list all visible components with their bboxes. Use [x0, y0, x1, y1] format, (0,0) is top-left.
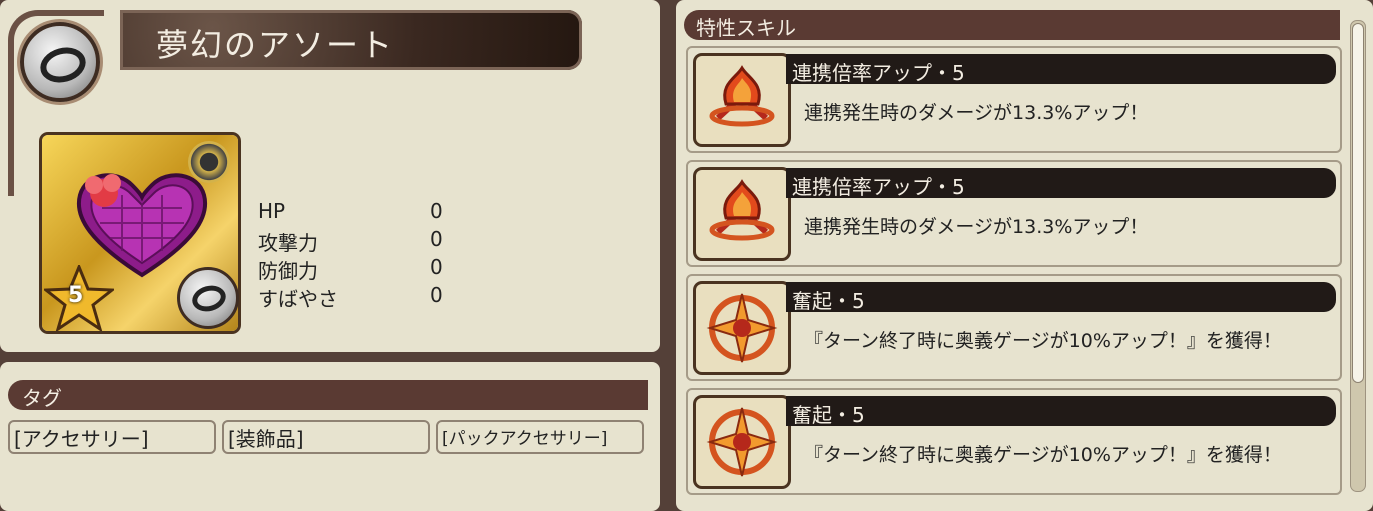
stat-value: 0 — [430, 199, 443, 223]
tags-header: タグ — [8, 380, 648, 410]
skill-description: 連携発生時のダメージが13.3%アップ！ — [804, 216, 1149, 238]
skills-header: 特性スキル — [684, 10, 1340, 40]
skill-name: 奮起・5 — [792, 289, 865, 313]
stat-value: 0 — [430, 255, 443, 279]
skill-name: 連携倍率アップ・5 — [792, 175, 965, 199]
tags-header-label: タグ — [22, 386, 62, 410]
skill-card[interactable]: 連携倍率アップ・5 連携発生時のダメージが13.3%アップ！ — [686, 160, 1342, 267]
stat-row: HP 0 — [258, 199, 458, 227]
tag-button[interactable]: [装飾品] — [222, 420, 430, 454]
stat-label: 防御力 — [258, 259, 318, 283]
stat-label: すばやさ — [258, 287, 338, 311]
rarity-number: 5 — [68, 283, 84, 308]
item-detail-panel: 夢幻のアソート 5 HP 0 攻撃力 0 防御力 0 すばやさ 0 — [0, 0, 660, 352]
skill-name-bar: 連携倍率アップ・5 — [786, 54, 1336, 85]
skill-name-bar: 連携倍率アップ・5 — [786, 168, 1336, 199]
element-swirl-icon — [188, 141, 230, 183]
burst-gauge-icon — [696, 398, 788, 486]
stat-row: 防御力 0 — [258, 255, 458, 283]
tags-panel: タグ [アクセサリー] [装飾品] [パックアクセサリー] — [0, 362, 660, 511]
chain-flame-icon — [696, 170, 788, 258]
stat-label: HP — [258, 199, 286, 223]
stat-value: 0 — [430, 227, 443, 251]
skill-name-bar: 奮起・5 — [786, 282, 1336, 313]
stat-row: 攻撃力 0 — [258, 227, 458, 255]
skill-card[interactable]: 連携倍率アップ・5 連携発生時のダメージが13.3%アップ！ — [686, 46, 1342, 153]
skill-name: 連携倍率アップ・5 — [792, 61, 965, 85]
ring-type-icon — [177, 267, 239, 329]
ring-icon — [20, 22, 100, 102]
skills-panel: 特性スキル 連携倍率アップ・5 連携発生時のダメージが13.3%アップ！ 連携倍… — [676, 0, 1373, 511]
burst-gauge-icon — [696, 284, 788, 372]
item-card[interactable]: 5 — [42, 135, 239, 331]
stats-list: HP 0 攻撃力 0 防御力 0 すばやさ 0 — [258, 199, 458, 311]
skill-name: 奮起・5 — [792, 403, 865, 427]
scrollbar[interactable] — [1350, 20, 1366, 492]
stat-row: すばやさ 0 — [258, 283, 458, 311]
skills-header-label: 特性スキル — [696, 16, 796, 40]
item-name: 夢幻のアソート — [156, 26, 395, 64]
tag-button[interactable]: [パックアクセサリー] — [436, 420, 644, 454]
chain-flame-icon — [696, 56, 788, 144]
skill-card[interactable]: 奮起・5 『ターン終了時に奥義ゲージが10%アップ！』を獲得！ — [686, 388, 1342, 495]
stat-value: 0 — [430, 283, 443, 307]
skill-card[interactable]: 奮起・5 『ターン終了時に奥義ゲージが10%アップ！』を獲得！ — [686, 274, 1342, 381]
skill-description: 『ターン終了時に奥義ゲージが10%アップ！』を獲得！ — [804, 330, 1282, 352]
stat-label: 攻撃力 — [258, 231, 318, 255]
title-banner: 夢幻のアソート — [120, 10, 582, 70]
skill-description: 『ターン終了時に奥義ゲージが10%アップ！』を獲得！ — [804, 444, 1282, 466]
scroll-thumb[interactable] — [1352, 23, 1364, 383]
skill-description: 連携発生時のダメージが13.3%アップ！ — [804, 102, 1149, 124]
skill-name-bar: 奮起・5 — [786, 396, 1336, 427]
tag-button[interactable]: [アクセサリー] — [8, 420, 216, 454]
